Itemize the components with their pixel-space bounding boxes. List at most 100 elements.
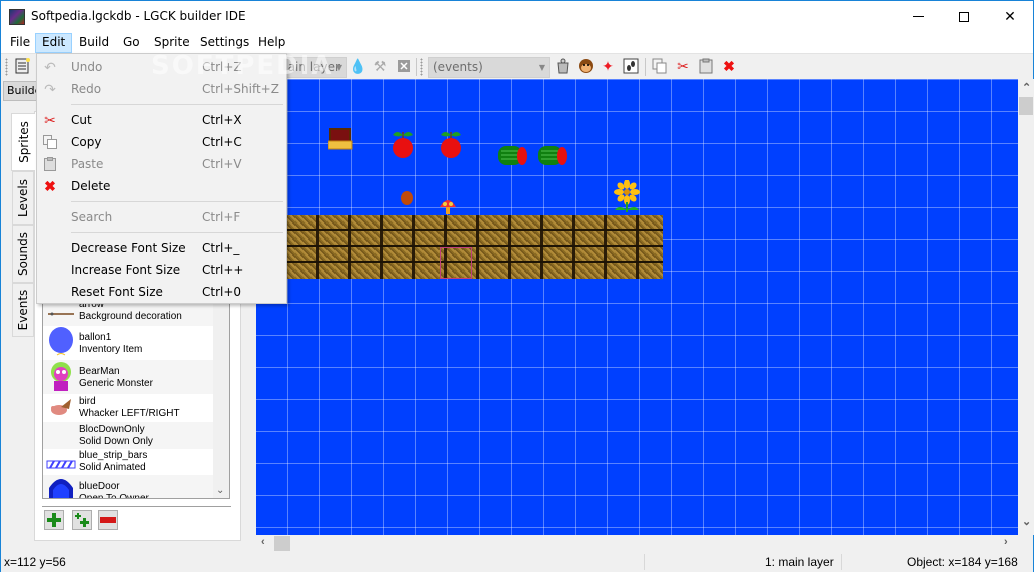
list-item[interactable]: BearMan Generic Monster [43,360,214,394]
dock-title: Builder [3,81,39,101]
watermelon-sprite[interactable] [538,145,568,167]
mushroom-sprite[interactable] [439,197,457,215]
menu-item-delete[interactable]: ✖ Delete [37,175,286,197]
copy-icon [652,58,667,74]
minus-icon [100,517,116,523]
undo-icon: ↶ [44,58,56,75]
menu-help[interactable]: Help [252,33,291,53]
menu-file[interactable]: File [4,33,36,53]
coin-sprite[interactable] [400,190,414,206]
tab-levels[interactable]: Levels [12,171,34,225]
copy-icon [42,134,58,150]
footprints-button[interactable] [622,57,640,75]
brick-mortar [287,261,663,263]
water-drop-button[interactable]: 💧 [349,57,367,75]
plus-icon [47,513,61,527]
chevron-up-icon[interactable]: ⌃ [1022,81,1031,94]
chevron-left-icon[interactable]: ‹ [261,536,265,548]
bearman-sprite-icon [51,362,71,391]
apple-sprite[interactable] [391,129,415,159]
minimize-icon [912,16,924,17]
close-box-button[interactable] [395,57,413,75]
chevron-down-icon[interactable]: ⌄ [1022,515,1031,528]
horizontal-scroll-thumb[interactable] [274,536,290,551]
toolbar-grip[interactable] [5,58,8,76]
menu-item-label: Redo [71,82,102,96]
list-item[interactable]: blue_strip_bars Solid Animated [43,449,214,475]
cut-toolbar-button[interactable]: ✂ [674,57,692,75]
toolbar-grip[interactable] [420,58,423,76]
menu-item-increase-font[interactable]: Increase Font Size Ctrl++ [37,259,286,281]
selected-tile-marker[interactable] [440,247,472,279]
menu-item-redo[interactable]: ↷ Redo Ctrl+Shift+Z [37,78,286,100]
star-button[interactable]: ✦ [599,57,617,75]
watermelon-sprite[interactable] [498,145,528,167]
list-item[interactable]: blueDoor Open To Owner [43,475,214,498]
sprite-type: Solid Animated [79,462,146,473]
window-title: Softpedia.lgckdb - LGCK builder IDE [31,9,246,23]
menu-item-label: Decrease Font Size [71,241,186,255]
menu-item-shortcut: Ctrl+Z [202,60,242,74]
tab-levels-label: Levels [16,179,30,217]
status-divider [841,554,842,570]
tool-button[interactable]: ⚒ [371,57,389,75]
canvas-vertical-scrollbar[interactable]: ⌃ ⌄ [1018,79,1034,535]
events-combo[interactable]: (events) ▼ [428,57,550,78]
new-file-button[interactable] [13,57,31,75]
delete-toolbar-button[interactable]: ✖ [720,57,738,75]
list-item[interactable]: BlocDownOnly Solid Down Only [43,422,214,449]
menu-edit[interactable]: Edit [35,33,73,53]
menu-item-label: Paste [71,157,104,171]
sprite-list-scrollbar[interactable]: ⌄ [213,302,229,498]
copy-toolbar-button[interactable] [651,57,669,75]
menu-item-shortcut: Ctrl++ [202,263,244,277]
monkey-button[interactable] [577,57,595,75]
tab-sprites[interactable]: Sprites [11,113,35,171]
remove-sprite-button[interactable] [98,510,118,530]
brick-mortar [287,245,663,247]
add-sprite-button[interactable] [44,510,64,530]
sprite-name: blue_strip_bars [79,450,148,461]
bucket-button[interactable] [554,57,572,75]
list-item[interactable]: bird Whacker LEFT/RIGHT [43,394,214,422]
maximize-button[interactable] [941,1,987,32]
menu-item-copy[interactable]: Copy Ctrl+C [37,131,286,153]
paste-icon [42,156,58,172]
menu-item-shortcut: Ctrl+F [202,210,241,224]
flower-sprite[interactable] [614,180,640,214]
bucket-icon [557,58,569,74]
canvas-horizontal-scrollbar[interactable]: ‹ › [256,535,1018,552]
menu-sprite[interactable]: Sprite [148,33,196,53]
sprite-list[interactable]: arrow Background decoration ballon1 Inve… [42,301,230,499]
add-multiple-sprites-button[interactable] [72,510,92,530]
list-item[interactable]: arrow Background decoration [43,302,214,326]
menu-build[interactable]: Build [73,33,115,53]
menu-item-cut[interactable]: ✂ Cut Ctrl+X [37,109,286,131]
blue-door-sprite-icon [49,479,73,498]
menu-item-paste[interactable]: Paste Ctrl+V [37,153,286,175]
list-divider [42,506,231,507]
level-canvas[interactable] [256,79,1018,535]
menu-item-reset-font[interactable]: Reset Font Size Ctrl+0 [37,281,286,303]
menu-settings[interactable]: Settings [194,33,255,53]
chevron-right-icon[interactable]: › [1004,536,1008,548]
menu-separator [71,201,283,202]
menu-go[interactable]: Go [117,33,146,53]
minimize-button[interactable] [895,1,941,32]
toolbar-separator [416,58,417,76]
list-item[interactable]: ballon1 Inventory Item [43,326,214,360]
tab-sounds[interactable]: Sounds [12,225,34,283]
chest-sprite[interactable] [328,127,354,151]
object-position: Object: x=184 y=168 [907,555,1018,569]
menu-item-undo[interactable]: ↶ Undo Ctrl+Z [37,56,286,78]
tab-events[interactable]: Events [12,283,34,337]
apple-sprite[interactable] [439,129,463,159]
menu-item-decrease-font[interactable]: Decrease Font Size Ctrl+_ [37,237,286,259]
menu-item-search[interactable]: Search Ctrl+F [37,206,286,228]
paste-toolbar-button[interactable] [697,57,715,75]
close-button[interactable]: ✕ [987,1,1033,32]
menu-item-label: Reset Font Size [71,285,163,299]
chevron-down-icon[interactable]: ⌄ [216,485,224,496]
brick-wall-tiles[interactable] [287,215,663,279]
vertical-scroll-thumb[interactable] [1019,97,1033,115]
